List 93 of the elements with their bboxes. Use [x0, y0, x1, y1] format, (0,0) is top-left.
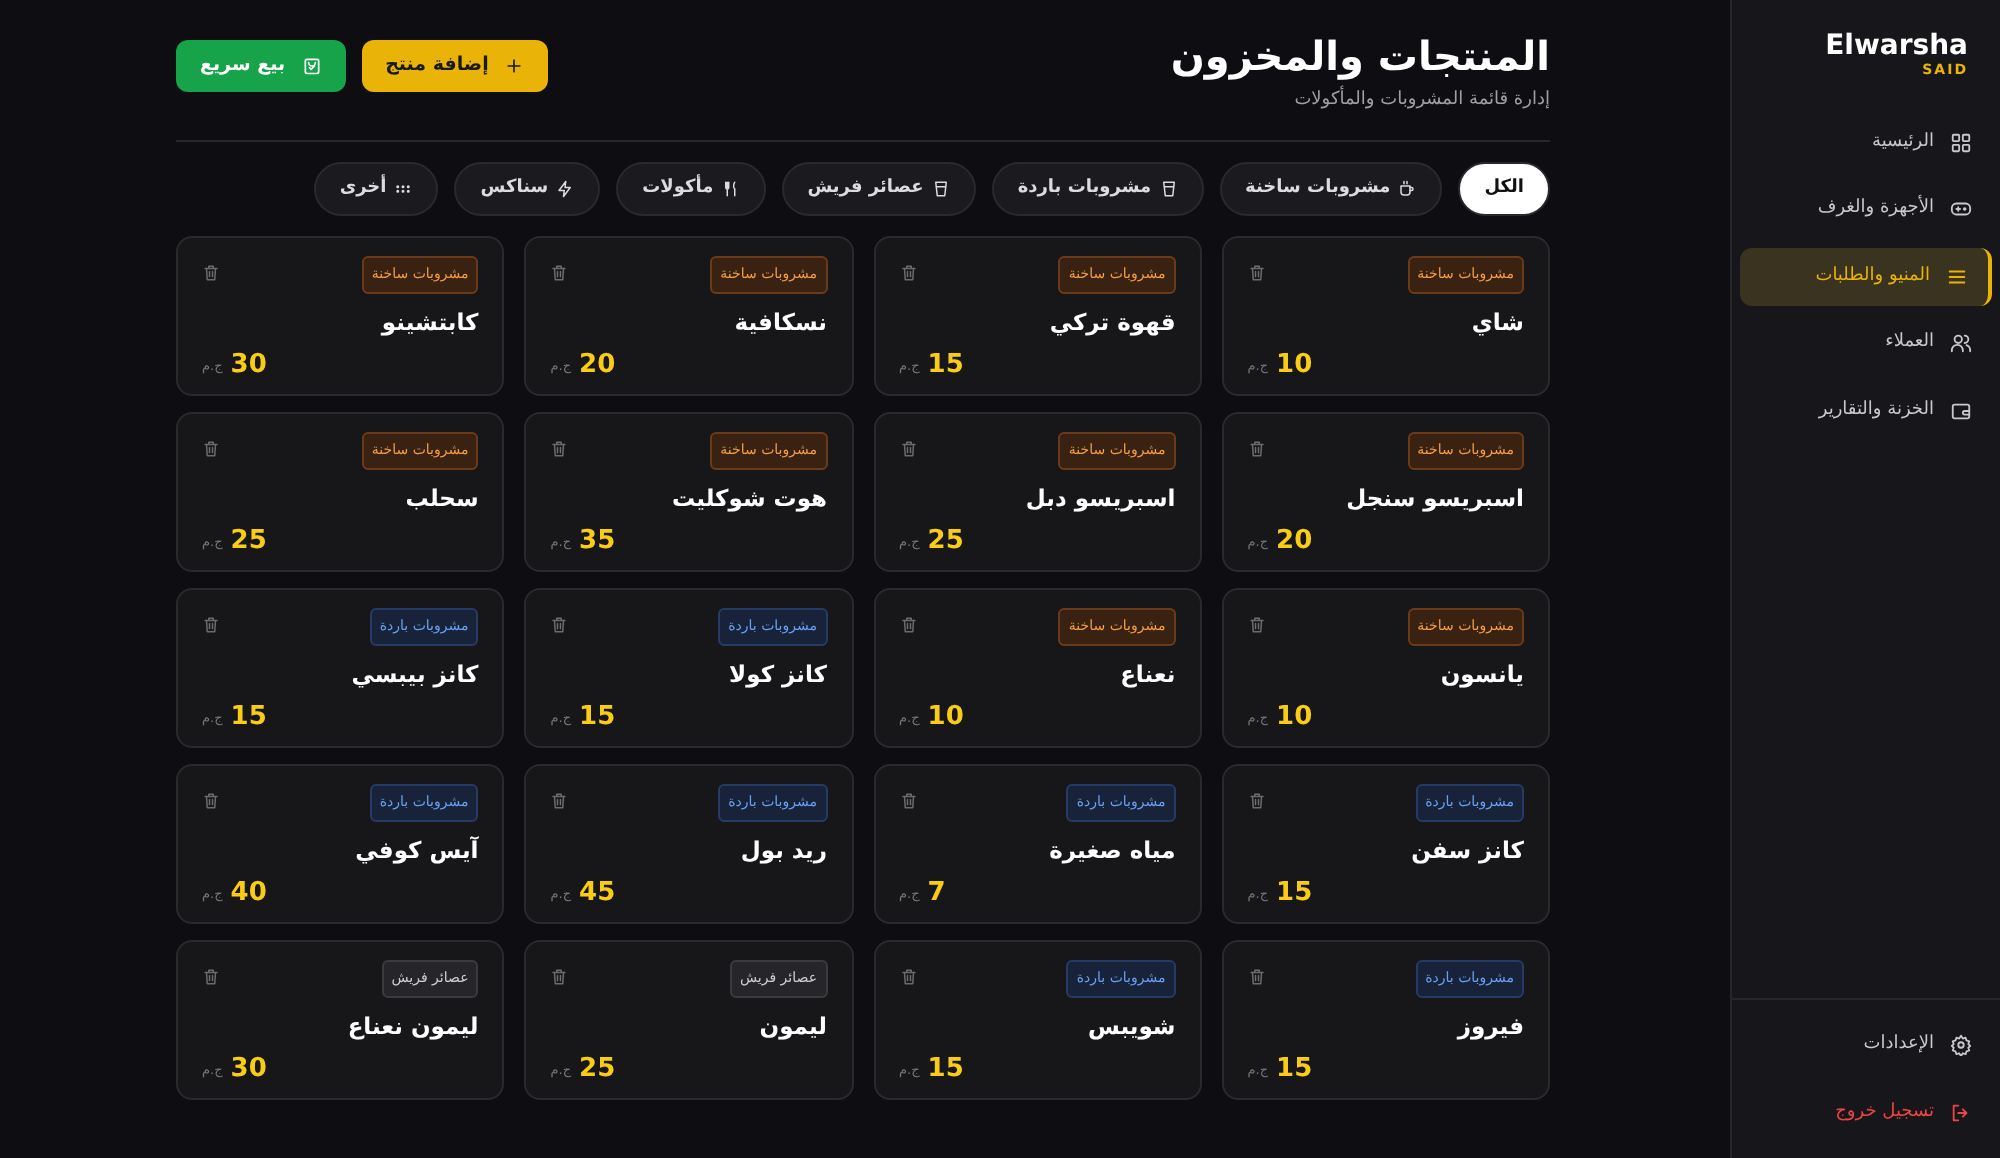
utensils-icon — [721, 179, 740, 198]
product-name: كانز بيبسي — [349, 657, 479, 692]
product-name: هوت شوكليت — [669, 481, 827, 516]
trash-icon[interactable] — [202, 792, 220, 810]
trash-icon[interactable] — [1247, 616, 1266, 634]
glass-icon — [931, 179, 950, 198]
trash-icon[interactable] — [1247, 440, 1266, 458]
product-price: 45 — [579, 880, 616, 906]
product-name: ريد بول — [738, 833, 827, 868]
product-name: شاي — [1469, 305, 1524, 340]
filter-tab[interactable]: أخرى — [313, 161, 439, 216]
logout-link[interactable]: تسجيل خروج — [1740, 1083, 1992, 1142]
trash-icon[interactable] — [550, 792, 569, 810]
product-price: 10 — [927, 704, 964, 730]
product-name: آيس كوفي — [353, 833, 479, 868]
product-name: سحلب — [403, 481, 479, 515]
product-price: 15 — [1276, 880, 1313, 906]
product-name: نسكافية — [732, 305, 827, 339]
product-name: يانسون — [1438, 657, 1524, 692]
product-name: شويبس — [1085, 1009, 1176, 1044]
users-icon — [1950, 332, 1972, 355]
product-name: ليمون نعناع — [345, 1009, 479, 1044]
product-price: 20 — [579, 352, 616, 378]
product-price: 15 — [579, 704, 616, 730]
product-name: قهوة تركي — [1047, 305, 1176, 340]
product-price: 10 — [1276, 352, 1313, 378]
product-name: كابتشينو — [378, 305, 479, 340]
product-price: 30 — [230, 1056, 267, 1082]
product-price: 35 — [579, 528, 616, 554]
brand-name: Elwarsha — [1823, 32, 1968, 60]
trash-icon[interactable] — [202, 440, 220, 458]
product-name: فيروز — [1454, 1009, 1524, 1044]
cup-icon — [1398, 179, 1417, 198]
product-price: 15 — [230, 704, 267, 730]
trash-icon[interactable] — [202, 264, 220, 282]
logout-icon — [1950, 1101, 1972, 1124]
product-name: مياه صغيرة — [1047, 833, 1176, 868]
add-product-button[interactable]: إضافة منتج — [361, 40, 549, 93]
dots-icon — [394, 179, 413, 198]
filter-tab[interactable]: مشروبات باردة — [991, 161, 1204, 216]
product-price: 25 — [579, 1056, 616, 1082]
sidebar-item[interactable]: العملاء — [1740, 314, 1992, 373]
gamepad-icon — [1950, 198, 1972, 221]
product-price: 20 — [1276, 528, 1313, 554]
trash-icon[interactable] — [899, 968, 917, 986]
menu-icon — [1946, 265, 1968, 288]
product-name: اسبريسو سنجل — [1344, 481, 1524, 516]
sidebar-item[interactable]: المنيو والطلبات — [1740, 247, 1992, 306]
sidebar-item[interactable]: الرئيسية — [1740, 113, 1992, 172]
filter-tab[interactable]: مأكولات — [616, 161, 766, 216]
product-price: 25 — [230, 528, 267, 554]
product-price: 25 — [927, 528, 964, 554]
trash-icon[interactable] — [899, 616, 917, 634]
product-price: 10 — [1276, 704, 1313, 730]
wallet-icon — [1950, 399, 1972, 422]
product-name: كانز كولا — [727, 657, 827, 692]
trash-icon[interactable] — [550, 264, 569, 282]
product-price: 40 — [230, 880, 267, 906]
product-name: ليمون — [757, 1009, 827, 1044]
settings-link[interactable]: الإعدادات — [1740, 1016, 1992, 1075]
plus-icon — [504, 56, 525, 77]
product-price: 15 — [1276, 1056, 1313, 1082]
trash-icon[interactable] — [202, 616, 220, 634]
settings-icon — [1950, 1034, 1972, 1057]
glass-icon — [1159, 179, 1178, 198]
product-name: نعناع — [1118, 657, 1176, 692]
bag-icon — [301, 56, 322, 77]
trash-icon[interactable] — [550, 616, 569, 634]
product-name: كانز سفن — [1409, 833, 1524, 868]
page-subtitle: إدارة قائمة المشروبات والمأكولات — [1170, 88, 1550, 115]
filter-tab[interactable]: سناكس — [454, 161, 601, 216]
trash-icon[interactable] — [202, 968, 220, 986]
trash-icon[interactable] — [1247, 792, 1266, 810]
trash-icon[interactable] — [899, 440, 917, 458]
trash-icon[interactable] — [899, 264, 917, 282]
trash-icon[interactable] — [899, 792, 917, 810]
sidebar-item[interactable]: الأجهزة والغرف — [1740, 180, 1992, 239]
filter-tab[interactable]: عصائر فريش — [781, 161, 976, 216]
filter-tab[interactable]: مشروبات ساخنة — [1219, 161, 1443, 216]
grid-icon — [1950, 131, 1972, 154]
trash-icon[interactable] — [1247, 968, 1266, 986]
filter-tab[interactable]: الكل — [1458, 161, 1550, 216]
product-price: 15 — [927, 352, 964, 378]
trash-icon[interactable] — [550, 440, 569, 458]
page-title: المنتجات والمخزون — [1170, 32, 1550, 80]
sidebar-item[interactable]: الخزنة والتقارير — [1740, 381, 1992, 440]
product-price: 15 — [927, 1056, 964, 1082]
product-name: اسبريسو دبل — [1023, 481, 1176, 516]
trash-icon[interactable] — [1247, 264, 1266, 282]
trash-icon[interactable] — [550, 968, 569, 986]
product-price: 7 — [927, 880, 946, 906]
bolt-icon — [556, 179, 575, 198]
product-price: 30 — [230, 352, 267, 378]
